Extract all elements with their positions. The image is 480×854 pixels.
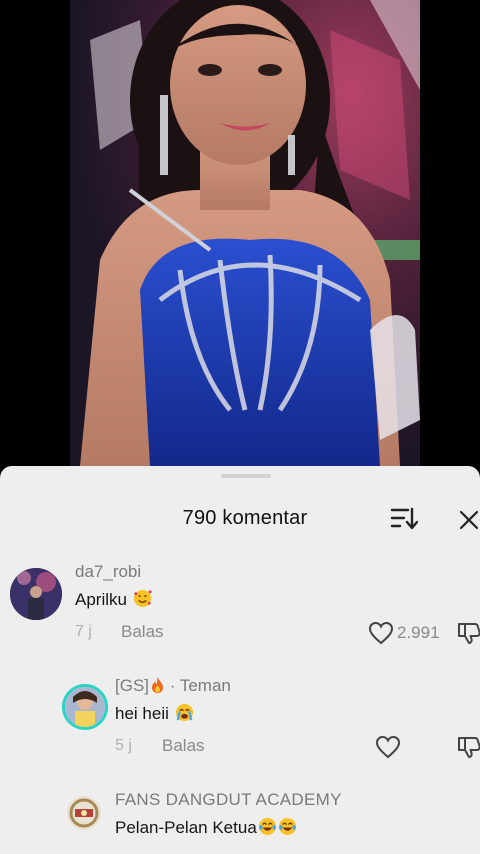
avatar[interactable] [10, 568, 62, 620]
dislike-icon[interactable] [456, 621, 480, 645]
heart-icon[interactable] [375, 735, 401, 759]
like-count: 2.991 [397, 623, 440, 642]
comment-time: 5 j [115, 737, 132, 754]
comment-username[interactable]: FANS DANGDUT ACADEMY [115, 790, 342, 810]
dislike-icon[interactable] [456, 735, 480, 759]
comment-time: 7 j [75, 623, 92, 640]
reply-item: [GS] · Teman hei heii 5 j Balas [0, 676, 480, 772]
comment-item: da7_robi Aprilku 7 j Balas 2.991 [0, 562, 480, 658]
comment-username[interactable]: da7_robi [75, 562, 141, 582]
comment-text-content: Aprilku [75, 590, 127, 609]
comment-username-text[interactable]: [GS] [115, 676, 149, 695]
tears-of-joy-icon [258, 817, 277, 836]
avatar[interactable] [62, 684, 108, 730]
friend-label: · Teman [169, 676, 231, 695]
tears-of-joy-icon [278, 817, 297, 836]
close-icon[interactable] [458, 509, 480, 531]
screen: 790 komentar da7_robi Aprilku 7 j Balas … [0, 0, 480, 854]
video-frame [70, 0, 420, 466]
heart-icon[interactable] [368, 621, 394, 645]
comment-text: Pelan-Pelan Ketua [115, 817, 297, 838]
reply-button[interactable]: Balas [121, 622, 164, 642]
reply-item: FANS DANGDUT ACADEMY Pelan-Pelan Ketua [0, 790, 480, 854]
avatar[interactable] [67, 796, 101, 830]
comment-text: Aprilku [75, 589, 152, 610]
sort-icon[interactable] [390, 506, 419, 532]
comments-sheet: 790 komentar da7_robi Aprilku 7 j Balas … [0, 466, 480, 854]
loudly-crying-face-icon [175, 703, 194, 722]
reply-button[interactable]: Balas [162, 736, 205, 756]
fire-icon [150, 676, 165, 694]
smiling-face-with-hearts-icon [133, 589, 152, 608]
comment-text-content: Pelan-Pelan Ketua [115, 818, 257, 837]
drag-handle[interactable] [221, 474, 271, 478]
comment-text-content: hei heii [115, 704, 169, 723]
video-preview[interactable] [70, 0, 420, 466]
comment-username: [GS] · Teman [115, 676, 231, 696]
comment-text: hei heii [115, 703, 194, 724]
